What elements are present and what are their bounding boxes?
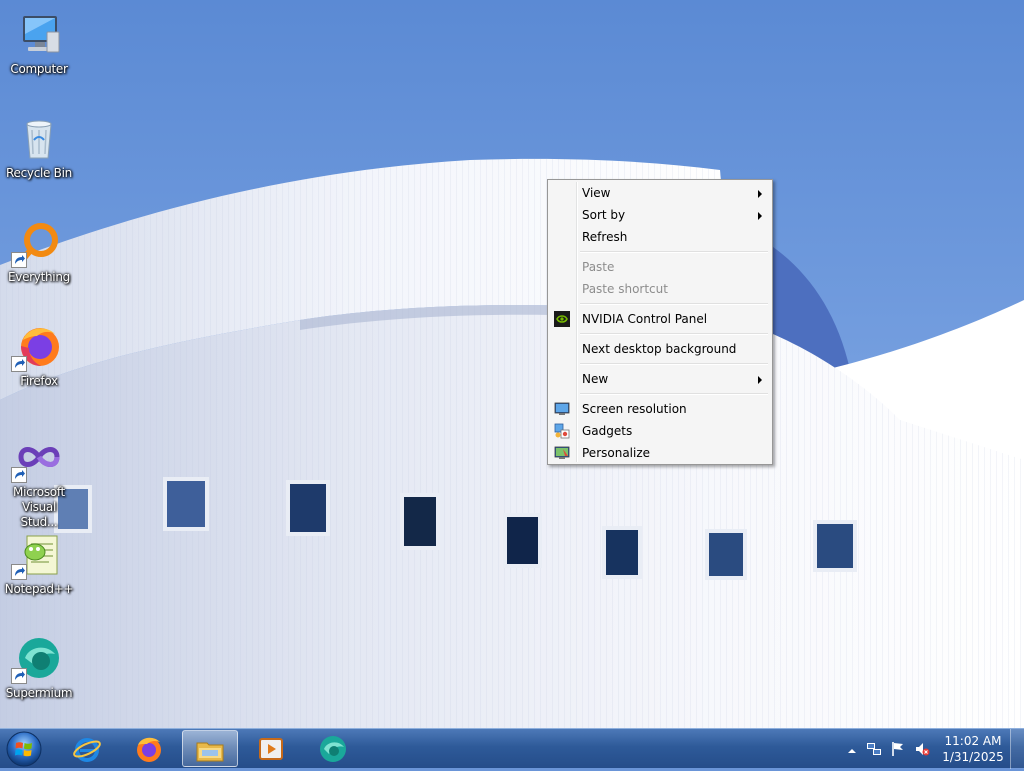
desktop-icon-label: Firefox xyxy=(20,374,58,388)
chevron-up-icon xyxy=(848,749,856,753)
windows-logo-icon xyxy=(6,731,42,767)
menu-item-new[interactable]: New xyxy=(550,368,770,390)
clock-time: 11:02 AM xyxy=(944,734,1002,748)
menu-item-label: Paste xyxy=(582,260,615,274)
taskbar: 11:02 AM 1/31/2025 xyxy=(0,728,1024,769)
gadgets-icon xyxy=(554,423,570,439)
submenu-arrow-icon xyxy=(758,376,762,384)
shortcut-arrow-icon xyxy=(11,252,27,268)
personalize-icon xyxy=(554,445,570,461)
desktop-icon-label: Notepad++ xyxy=(4,582,74,596)
desktop-icon-label: Everything xyxy=(8,270,70,284)
menu-item-label: Screen resolution xyxy=(582,402,687,416)
menu-item-personalize[interactable]: Personalize xyxy=(550,442,770,464)
desktop-context-menu: View Sort by Refresh Paste Paste shortcu… xyxy=(547,179,773,465)
menu-item-paste-shortcut: Paste shortcut xyxy=(550,278,770,300)
taskbar-firefox[interactable] xyxy=(122,730,178,767)
media-player-icon xyxy=(259,738,283,760)
shortcut-arrow-icon xyxy=(11,356,27,372)
menu-item-refresh[interactable]: Refresh xyxy=(550,226,770,248)
computer-icon xyxy=(15,10,63,58)
firefox-icon xyxy=(11,322,63,372)
start-button[interactable] xyxy=(4,730,44,768)
taskbar-file-explorer[interactable] xyxy=(182,730,238,767)
desktop-icon-computer[interactable]: Computer xyxy=(2,4,76,94)
menu-item-screen-resolution[interactable]: Screen resolution xyxy=(550,398,770,420)
recycle-bin-icon xyxy=(15,114,63,162)
menu-separator xyxy=(550,360,770,368)
desktop-icon-notepadpp[interactable]: Notepad++ xyxy=(2,524,76,614)
desktop-icon-recycle-bin[interactable]: Recycle Bin xyxy=(2,108,76,198)
shortcut-arrow-icon xyxy=(11,668,27,684)
taskbar-internet-explorer[interactable] xyxy=(60,730,116,767)
menu-item-label: Gadgets xyxy=(582,424,633,438)
taskbar-supermium[interactable] xyxy=(306,730,362,767)
desktop-icon-firefox[interactable]: Firefox xyxy=(2,316,76,406)
shortcut-arrow-icon xyxy=(11,564,27,580)
clock-date: 1/31/2025 xyxy=(942,750,1004,764)
internet-explorer-icon xyxy=(73,738,101,762)
everything-icon xyxy=(11,218,63,268)
menu-separator xyxy=(550,390,770,398)
menu-item-label: Paste shortcut xyxy=(582,282,668,296)
menu-item-paste: Paste xyxy=(550,256,770,278)
visual-studio-icon xyxy=(11,433,63,483)
show-desktop-button[interactable] xyxy=(1010,729,1024,769)
menu-separator xyxy=(550,300,770,308)
submenu-arrow-icon xyxy=(758,212,762,220)
menu-item-nvidia-control-panel[interactable]: NVIDIA Control Panel xyxy=(550,308,770,330)
menu-item-label: View xyxy=(582,186,611,200)
desktop-icon-label: Computer xyxy=(10,62,68,76)
menu-item-label: NVIDIA Control Panel xyxy=(582,312,708,326)
desktop-icon-supermium[interactable]: Supermium xyxy=(2,628,76,718)
menu-item-label: Sort by xyxy=(582,208,626,222)
action-center-flag-icon[interactable] xyxy=(890,741,906,757)
file-explorer-icon xyxy=(196,742,224,762)
clock[interactable]: 11:02 AM 1/31/2025 xyxy=(938,733,1008,765)
show-hidden-icons-button[interactable] xyxy=(844,743,860,759)
desktop-icon-label: Recycle Bin xyxy=(6,166,72,180)
taskbar-media-player[interactable] xyxy=(244,730,300,767)
desktop-icon-visual-studio[interactable]: Microsoft Visual Stud... xyxy=(2,427,76,529)
system-tray: 11:02 AM 1/31/2025 xyxy=(840,729,1024,769)
notepadpp-icon xyxy=(11,530,63,580)
desktop-icon-label: Supermium xyxy=(5,686,73,700)
menu-separator xyxy=(550,330,770,338)
submenu-arrow-icon xyxy=(758,190,762,198)
menu-item-gadgets[interactable]: Gadgets xyxy=(550,420,770,442)
menu-item-label: Refresh xyxy=(582,230,628,244)
supermium-icon xyxy=(320,736,346,762)
screen-resolution-icon xyxy=(554,401,570,417)
volume-muted-icon[interactable] xyxy=(914,741,930,757)
nvidia-icon xyxy=(554,311,570,327)
menu-item-label: Personalize xyxy=(582,446,651,460)
menu-item-next-desktop-background[interactable]: Next desktop background xyxy=(550,338,770,360)
supermium-icon xyxy=(11,634,63,684)
desktop-wallpaper xyxy=(0,0,1024,728)
firefox-icon xyxy=(137,737,161,762)
desktop-icon-everything[interactable]: Everything xyxy=(2,212,76,302)
menu-item-label: Next desktop background xyxy=(582,342,737,356)
network-tray-icon[interactable] xyxy=(866,741,882,757)
menu-item-label: New xyxy=(582,372,609,386)
menu-separator xyxy=(550,248,770,256)
menu-item-sort-by[interactable]: Sort by xyxy=(550,204,770,226)
shortcut-arrow-icon xyxy=(11,467,27,483)
menu-item-view[interactable]: View xyxy=(550,182,770,204)
